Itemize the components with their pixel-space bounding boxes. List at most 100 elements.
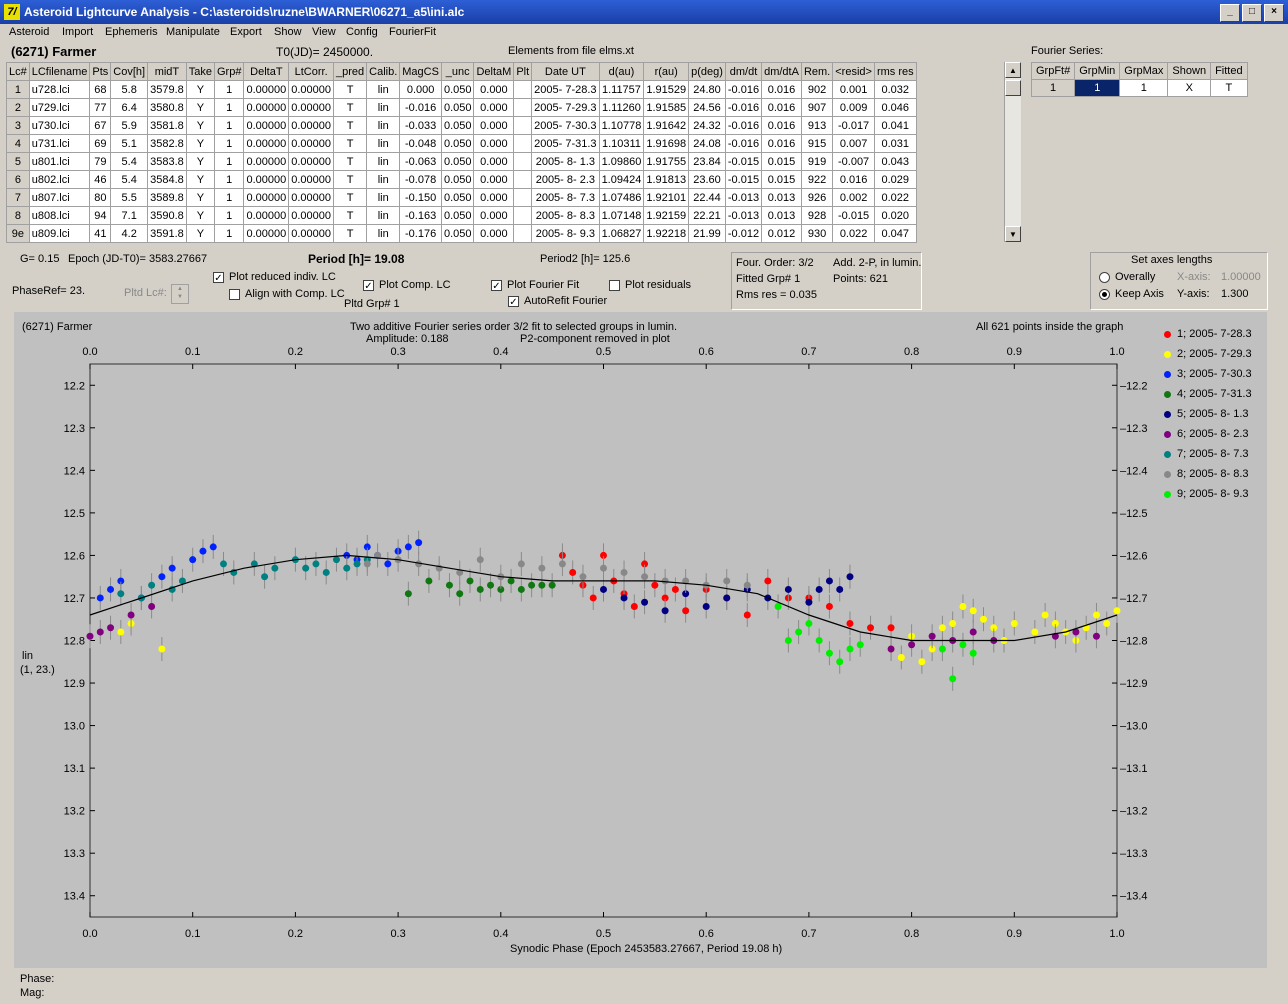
x-tick-label: 0.6 xyxy=(699,928,714,940)
data-point xyxy=(517,585,525,593)
data-point xyxy=(404,543,412,551)
data-point xyxy=(476,585,484,593)
data-point xyxy=(1031,628,1039,636)
x-tick-label-top: 0.8 xyxy=(904,346,919,358)
y-tick-label: 12.8 xyxy=(64,636,85,648)
legend-item: 3; 2005- 7-30.3 xyxy=(1164,368,1252,388)
data-point xyxy=(620,568,628,576)
data-point xyxy=(148,602,156,610)
legend-label: 2; 2005- 7-29.3 xyxy=(1177,348,1252,360)
data-point xyxy=(589,594,597,602)
legend-label: 5; 2005- 8- 1.3 xyxy=(1177,408,1249,420)
data-point xyxy=(117,628,125,636)
data-point xyxy=(815,585,823,593)
y-tick-label-right: –12.9 xyxy=(1120,678,1148,690)
data-point xyxy=(579,573,587,581)
legend-item: 8; 2005- 8- 8.3 xyxy=(1164,468,1252,488)
data-point xyxy=(189,556,197,564)
data-point xyxy=(1041,611,1049,619)
data-point xyxy=(887,645,895,653)
data-point xyxy=(897,654,905,662)
data-point xyxy=(107,585,115,593)
data-point xyxy=(908,641,916,649)
data-point xyxy=(332,556,340,564)
data-point xyxy=(682,607,690,615)
legend-swatch xyxy=(1164,490,1171,498)
y-tick-label-right: –13.1 xyxy=(1120,763,1148,775)
data-point xyxy=(641,598,649,606)
legend-label: 1; 2005- 7-28.3 xyxy=(1177,328,1252,340)
data-point xyxy=(538,564,546,572)
data-point xyxy=(517,560,525,568)
data-point xyxy=(322,568,330,576)
x-tick-label-top: 0.4 xyxy=(493,346,508,358)
data-point xyxy=(969,607,977,615)
y-tick-label: 13.0 xyxy=(64,721,85,733)
legend-swatch xyxy=(1164,390,1171,398)
data-point xyxy=(815,637,823,644)
data-point xyxy=(456,590,464,598)
data-point xyxy=(620,594,628,602)
data-point xyxy=(661,607,669,615)
data-point xyxy=(158,645,166,653)
data-point xyxy=(846,619,854,627)
legend-item: 5; 2005- 8- 1.3 xyxy=(1164,408,1252,428)
data-point xyxy=(671,585,679,593)
data-point xyxy=(784,637,792,644)
data-point xyxy=(600,585,607,593)
data-point xyxy=(979,615,987,623)
x-tick-label-top: 0.7 xyxy=(801,346,816,358)
y-tick-label: 13.3 xyxy=(64,848,85,860)
data-point xyxy=(949,619,957,627)
data-point xyxy=(86,632,94,640)
data-point xyxy=(641,573,649,581)
data-point xyxy=(836,658,844,666)
legend-swatch xyxy=(1164,470,1171,478)
data-point xyxy=(938,645,946,653)
legend-item: 1; 2005- 7-28.3 xyxy=(1164,328,1252,348)
data-point xyxy=(764,577,772,585)
data-point xyxy=(117,590,125,598)
legend-item: 6; 2005- 8- 2.3 xyxy=(1164,428,1252,448)
x-tick-label: 0.4 xyxy=(493,928,508,940)
data-point xyxy=(466,577,474,585)
data-point xyxy=(404,590,412,598)
legend-swatch xyxy=(1164,370,1171,378)
legend-label: 7; 2005- 8- 7.3 xyxy=(1177,448,1249,460)
data-point xyxy=(630,602,638,610)
data-point xyxy=(774,602,782,610)
data-point xyxy=(538,581,546,589)
y-tick-label-right: –12.3 xyxy=(1120,423,1148,435)
x-tick-label: 0.8 xyxy=(904,928,919,940)
data-point xyxy=(702,602,710,610)
data-point xyxy=(928,632,936,640)
x-tick-label-top: 0.5 xyxy=(596,346,611,358)
data-point xyxy=(959,602,967,610)
data-point xyxy=(723,577,731,585)
lightcurve-chart[interactable]: 0.0 0.0 0.1 0.1 0.2 0.2 0.3 0.3 0.4 0.4 0.5 0.5 0.6 0… xyxy=(0,0,1288,1004)
legend-swatch xyxy=(1164,350,1171,358)
data-point xyxy=(158,573,166,581)
legend-label: 6; 2005- 8- 2.3 xyxy=(1177,428,1249,440)
data-point xyxy=(569,568,577,576)
y-tick-label: 12.9 xyxy=(64,678,85,690)
y-tick-label: 13.4 xyxy=(64,891,85,903)
x-tick-label: 0.2 xyxy=(288,928,303,940)
data-point xyxy=(600,564,607,572)
data-point xyxy=(969,649,977,657)
x-tick-label: 0.7 xyxy=(801,928,816,940)
y-tick-label-right: –13.3 xyxy=(1120,848,1148,860)
data-point xyxy=(723,594,731,602)
data-point xyxy=(425,577,433,585)
data-point xyxy=(1103,619,1111,627)
data-point xyxy=(96,594,104,602)
data-point xyxy=(743,611,751,619)
y-tick-label-right: –13.2 xyxy=(1120,806,1148,818)
data-point xyxy=(343,564,351,572)
x-tick-label-top: 0.3 xyxy=(390,346,405,358)
data-point xyxy=(261,573,269,581)
y-tick-label: 12.2 xyxy=(64,380,85,392)
data-point xyxy=(784,585,792,593)
data-point xyxy=(199,547,207,555)
data-point xyxy=(918,658,926,666)
